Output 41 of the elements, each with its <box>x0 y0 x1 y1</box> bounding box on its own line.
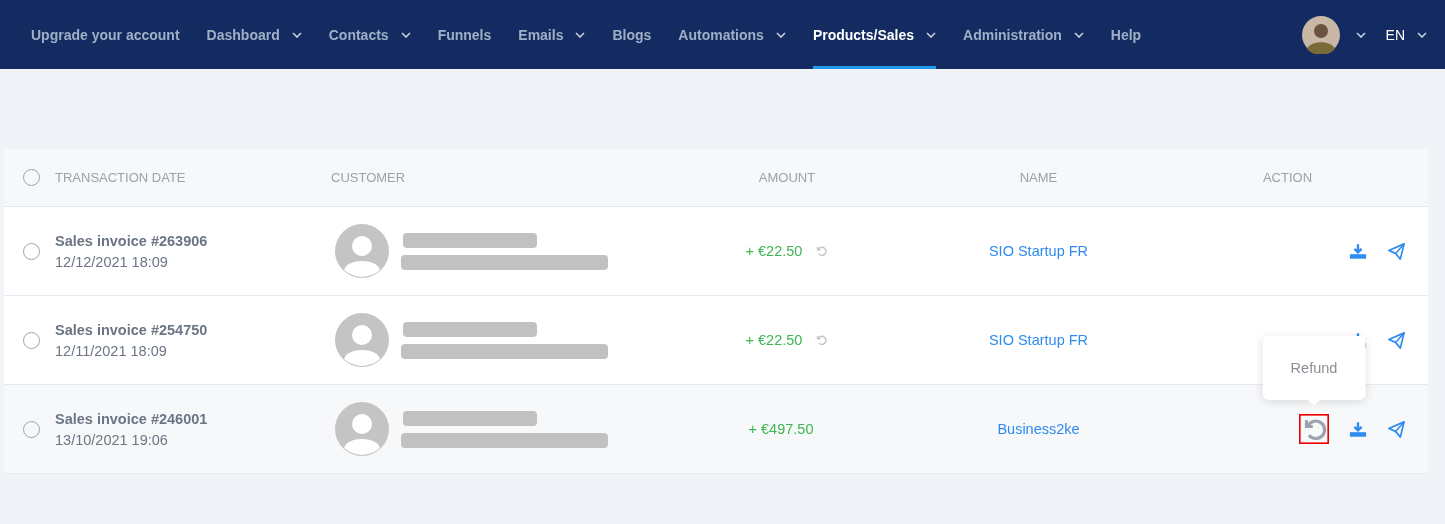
send-icon[interactable] <box>1387 241 1406 261</box>
product-link[interactable]: Business2ke <box>997 421 1080 437</box>
download-icon[interactable] <box>1349 420 1367 438</box>
send-icon[interactable] <box>1387 419 1406 439</box>
column-header: AMOUNT <box>757 170 817 185</box>
invoice-title[interactable]: Sales invoice #246001 <box>55 410 331 427</box>
nav-item[interactable]: Administration <box>963 0 1084 69</box>
download-icon[interactable] <box>1349 242 1367 260</box>
tooltip: Refund <box>1262 336 1366 400</box>
transaction-date: 12/11/2021 18:09 <box>55 342 168 359</box>
nav-item[interactable]: Automations <box>678 0 786 69</box>
column-header: NAME <box>1018 170 1059 185</box>
product-link[interactable]: SIO Startup FR <box>988 243 1089 259</box>
send-icon[interactable] <box>1387 330 1406 350</box>
column-header: ACTION <box>1261 170 1314 185</box>
refund-icon[interactable] <box>1299 414 1329 444</box>
nav-item[interactable]: Dashboard <box>206 0 302 69</box>
transaction-date: 12/12/2021 18:09 <box>55 253 169 270</box>
amount: + €497.50 <box>748 421 814 437</box>
transaction-date: 13/10/2021 19:06 <box>55 431 169 448</box>
chevron-down-icon <box>1417 31 1427 38</box>
avatar-placeholder-icon <box>335 402 389 456</box>
avatar-placeholder-icon <box>335 313 389 367</box>
nav-item[interactable]: Help <box>1110 0 1142 69</box>
nav-item[interactable]: Funnels <box>437 0 492 69</box>
nav-item[interactable]: Products/Sales <box>812 0 937 69</box>
nav-item[interactable]: Contacts <box>328 0 411 69</box>
user-avatar[interactable] <box>1301 15 1340 54</box>
invoice-title[interactable]: Sales invoice #263906 <box>55 232 331 249</box>
tooltip-arrow <box>1308 400 1320 406</box>
nav-item[interactable]: Blogs <box>612 0 652 69</box>
column-header: TRANSACTION DATE <box>55 170 187 185</box>
language-selector[interactable]: EN <box>1385 26 1427 43</box>
table-row[interactable]: Sales invoice #263906 12/12/2021 18:09 + €22.50 SIO Startup FR <box>4 207 1428 296</box>
amount: + €22.50 <box>745 243 803 259</box>
column-header: CUSTOMER <box>331 170 407 185</box>
invoice-title[interactable]: Sales invoice #254750 <box>55 321 331 338</box>
nav-item[interactable]: Emails <box>518 0 586 69</box>
chevron-down-icon[interactable] <box>1355 31 1366 38</box>
nav-item[interactable]: Upgrade your account <box>31 0 180 69</box>
avatar-placeholder-icon <box>335 224 389 278</box>
